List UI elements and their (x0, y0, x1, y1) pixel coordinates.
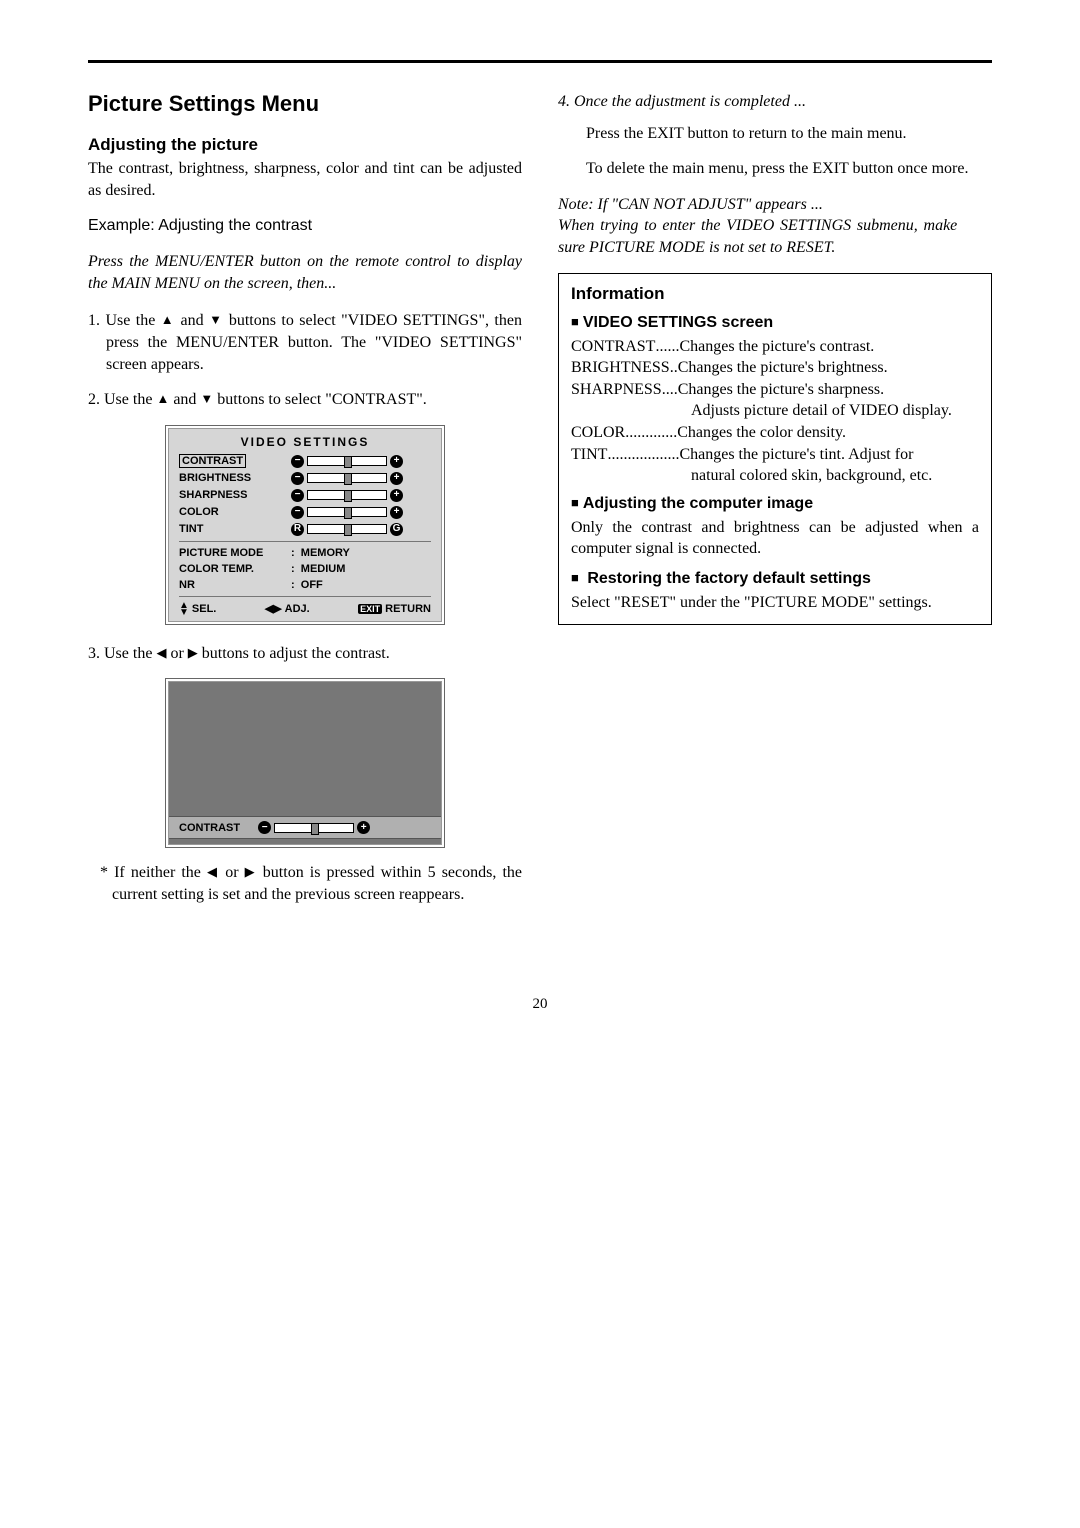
steps-list-2: 3. Use the ◀ or ▶ buttons to adjust the … (88, 643, 522, 665)
g-icon: G (390, 523, 403, 536)
osd-contrast-preview: CONTRAST − + (165, 678, 445, 848)
def-brightness: BRIGHTNESS .. Changes the picture's brig… (571, 357, 979, 379)
minus-icon: − (291, 506, 304, 519)
minus-icon: − (258, 821, 271, 834)
info-p2: Only the contrast and brightness can be … (571, 517, 979, 560)
example-label: Example: Adjusting the contrast (88, 217, 522, 235)
def-tint: TINT .................. Changes the pict… (571, 444, 979, 466)
step-1: 1. Use the ▲ and ▼ buttons to select "VI… (88, 310, 522, 375)
page-number: 20 (88, 996, 992, 1013)
def-sharpness: SHARPNESS .... Changes the picture's sha… (571, 379, 979, 401)
section-heading-adjusting: Adjusting the picture (88, 135, 522, 155)
square-bullet-icon: ■ (571, 495, 579, 510)
step-4: 4. Once the adjustment is completed ... (558, 91, 992, 113)
press-intro: Press the MENU/ENTER button on the remot… (88, 251, 522, 294)
definitions: CONTRAST ...... Changes the picture's co… (571, 336, 979, 487)
leftright-arrows-icon: ◀▶ (265, 602, 282, 615)
minus-icon: − (291, 455, 304, 468)
info-sub-computer: ■Adjusting the computer image (571, 495, 979, 513)
osd-big-label: CONTRAST (179, 822, 240, 834)
intro-paragraph: The contrast, brightness, sharpness, col… (88, 158, 522, 201)
footnote: * If neither the ◀ or ▶ button is presse… (88, 862, 522, 905)
osd-row-picture-mode: PICTURE MODE : MEMORY (179, 545, 431, 561)
square-bullet-icon: ■ (571, 570, 579, 585)
info-sub-video-settings: ■VIDEO SETTINGS screen (571, 314, 979, 332)
slider (307, 456, 387, 466)
step-2: 2. Use the ▲ and ▼ buttons to select "CO… (88, 389, 522, 411)
square-bullet-icon: ■ (571, 314, 579, 329)
left-column: Picture Settings Menu Adjusting the pict… (88, 91, 522, 906)
slider (307, 524, 387, 534)
step-4a: Press the EXIT button to return to the m… (586, 123, 992, 145)
plus-icon: + (390, 489, 403, 502)
def-tint-2: natural colored skin, background, etc. (571, 465, 979, 487)
minus-icon: − (291, 472, 304, 485)
info-sub-restoring: ■ Restoring the factory default settings (571, 570, 979, 588)
slider (307, 507, 387, 517)
up-arrow-icon: ▲ (161, 312, 175, 327)
def-sharpness-2: Adjusts picture detail of VIDEO display. (571, 400, 979, 422)
up-arrow-icon: ▲ (156, 391, 169, 406)
right-arrow-icon: ▶ (245, 864, 257, 879)
page-title: Picture Settings Menu (88, 91, 522, 117)
exit-badge-icon: EXIT (358, 604, 382, 614)
osd-title: VIDEO SETTINGS (179, 435, 431, 449)
osd-row-brightness: BRIGHTNESS − + (179, 470, 431, 487)
slider (274, 823, 354, 833)
slider (307, 473, 387, 483)
osd-row-sharpness: SHARPNESS − + (179, 487, 431, 504)
plus-icon: + (357, 821, 370, 834)
plus-icon: + (390, 506, 403, 519)
step-3: 3. Use the ◀ or ▶ buttons to adjust the … (88, 643, 522, 665)
steps-list: 1. Use the ▲ and ▼ buttons to select "VI… (88, 310, 522, 410)
plus-icon: + (390, 472, 403, 485)
def-color: COLOR ............. Changes the color de… (571, 422, 979, 444)
osd-divider (179, 541, 431, 542)
right-arrow-icon: ▶ (188, 645, 198, 660)
osd-inner: VIDEO SETTINGS CONTRAST − + BRIGHTNESS −… (168, 428, 442, 622)
osd-row-contrast: CONTRAST − + (179, 453, 431, 470)
page-columns: Picture Settings Menu Adjusting the pict… (88, 91, 992, 906)
updown-arrows-icon: ▲▼ (179, 602, 189, 616)
osd-row-tint: TINT R G (179, 521, 431, 538)
def-contrast: CONTRAST ...... Changes the picture's co… (571, 336, 979, 358)
note-block: Note: If "CAN NOT ADJUST" appears ... Wh… (558, 194, 957, 259)
step-4b: To delete the main menu, press the EXIT … (586, 158, 992, 180)
left-arrow-icon: ◀ (207, 864, 219, 879)
minus-icon: − (291, 489, 304, 502)
osd-big-bar: CONTRAST − + (169, 816, 441, 839)
osd-divider (179, 596, 431, 597)
info-title: Information (571, 284, 979, 304)
osd-row-color-temp: COLOR TEMP. : MEDIUM (179, 561, 431, 577)
down-arrow-icon: ▼ (209, 312, 223, 327)
r-icon: R (291, 523, 304, 536)
left-arrow-icon: ◀ (156, 645, 166, 660)
down-arrow-icon: ▼ (200, 391, 213, 406)
plus-icon: + (390, 455, 403, 468)
top-divider (88, 60, 992, 63)
osd-row-color: COLOR − + (179, 504, 431, 521)
osd-row-nr: NR : OFF (179, 577, 431, 593)
right-column: 4. Once the adjustment is completed ... … (558, 91, 992, 906)
osd-footer: ▲▼SEL. ◀▶ADJ. EXITRETURN (179, 600, 431, 616)
info-p3: Select "RESET" under the "PICTURE MODE" … (571, 592, 979, 614)
slider (307, 490, 387, 500)
information-box: Information ■VIDEO SETTINGS screen CONTR… (558, 273, 992, 625)
osd-menu: VIDEO SETTINGS CONTRAST − + BRIGHTNESS −… (165, 425, 445, 625)
